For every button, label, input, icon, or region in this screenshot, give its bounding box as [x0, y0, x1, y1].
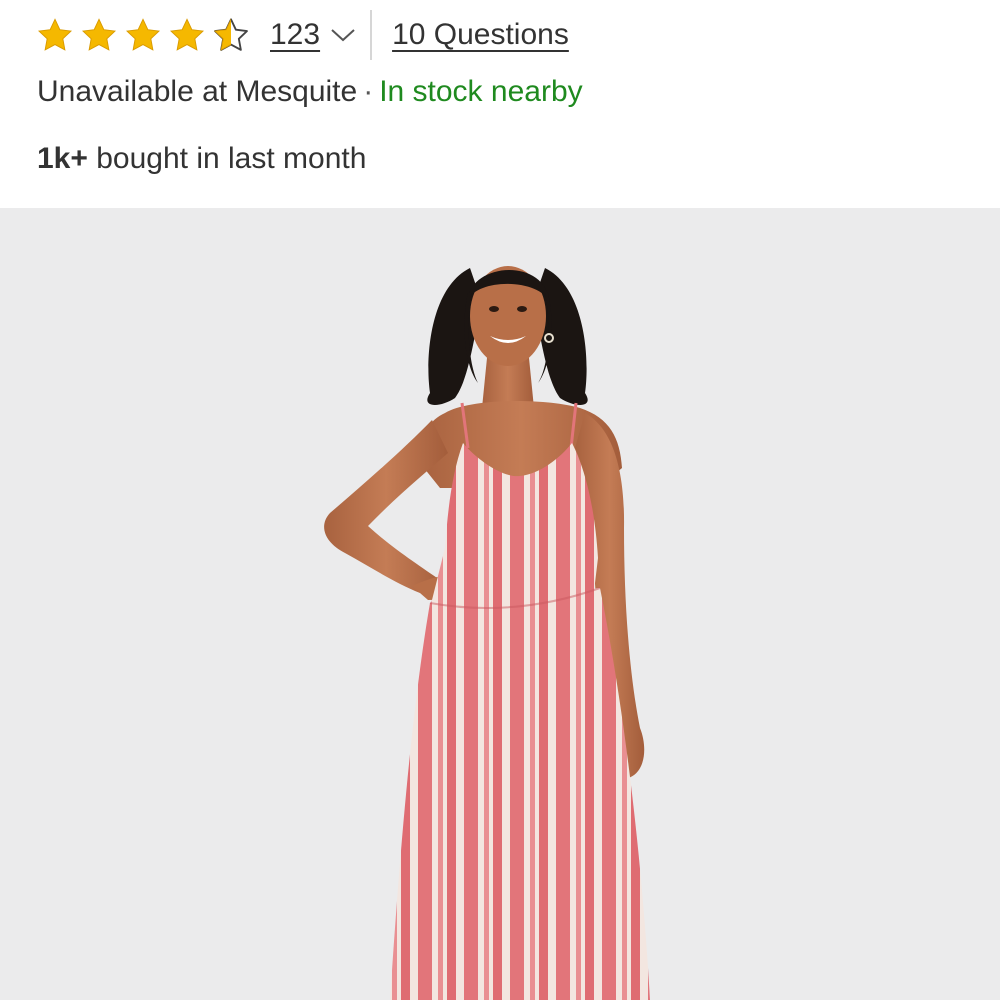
divider — [370, 10, 373, 60]
in-stock-nearby-link[interactable]: In stock nearby — [379, 75, 582, 108]
rating-row: 123 10 Questions — [36, 10, 569, 60]
star-full-icon — [168, 17, 206, 53]
purchase-count-bold: 1k+ — [37, 142, 88, 175]
review-count-link[interactable]: 123 — [270, 18, 320, 52]
questions-link[interactable]: 10 Questions — [392, 18, 569, 52]
chevron-down-icon[interactable] — [330, 27, 356, 43]
model-in-striped-dress-illustration — [324, 266, 650, 1000]
availability-row: Unavailable at Mesquite · In stock nearby — [37, 72, 583, 112]
store-availability-text: Unavailable at Mesquite — [37, 75, 358, 108]
availability-separator: · — [363, 75, 374, 108]
star-full-icon — [124, 17, 162, 53]
star-rating[interactable] — [36, 17, 250, 53]
star-full-icon — [36, 17, 74, 53]
star-half-icon — [212, 17, 250, 53]
purchase-count-text: 1k+ bought in last month — [37, 139, 366, 179]
purchase-count-rest: bought in last month — [87, 142, 367, 175]
star-full-icon — [80, 17, 118, 53]
product-image[interactable] — [0, 208, 1000, 1000]
product-summary-header: 123 10 Questions Unavailable at Mesquite… — [0, 0, 1000, 208]
